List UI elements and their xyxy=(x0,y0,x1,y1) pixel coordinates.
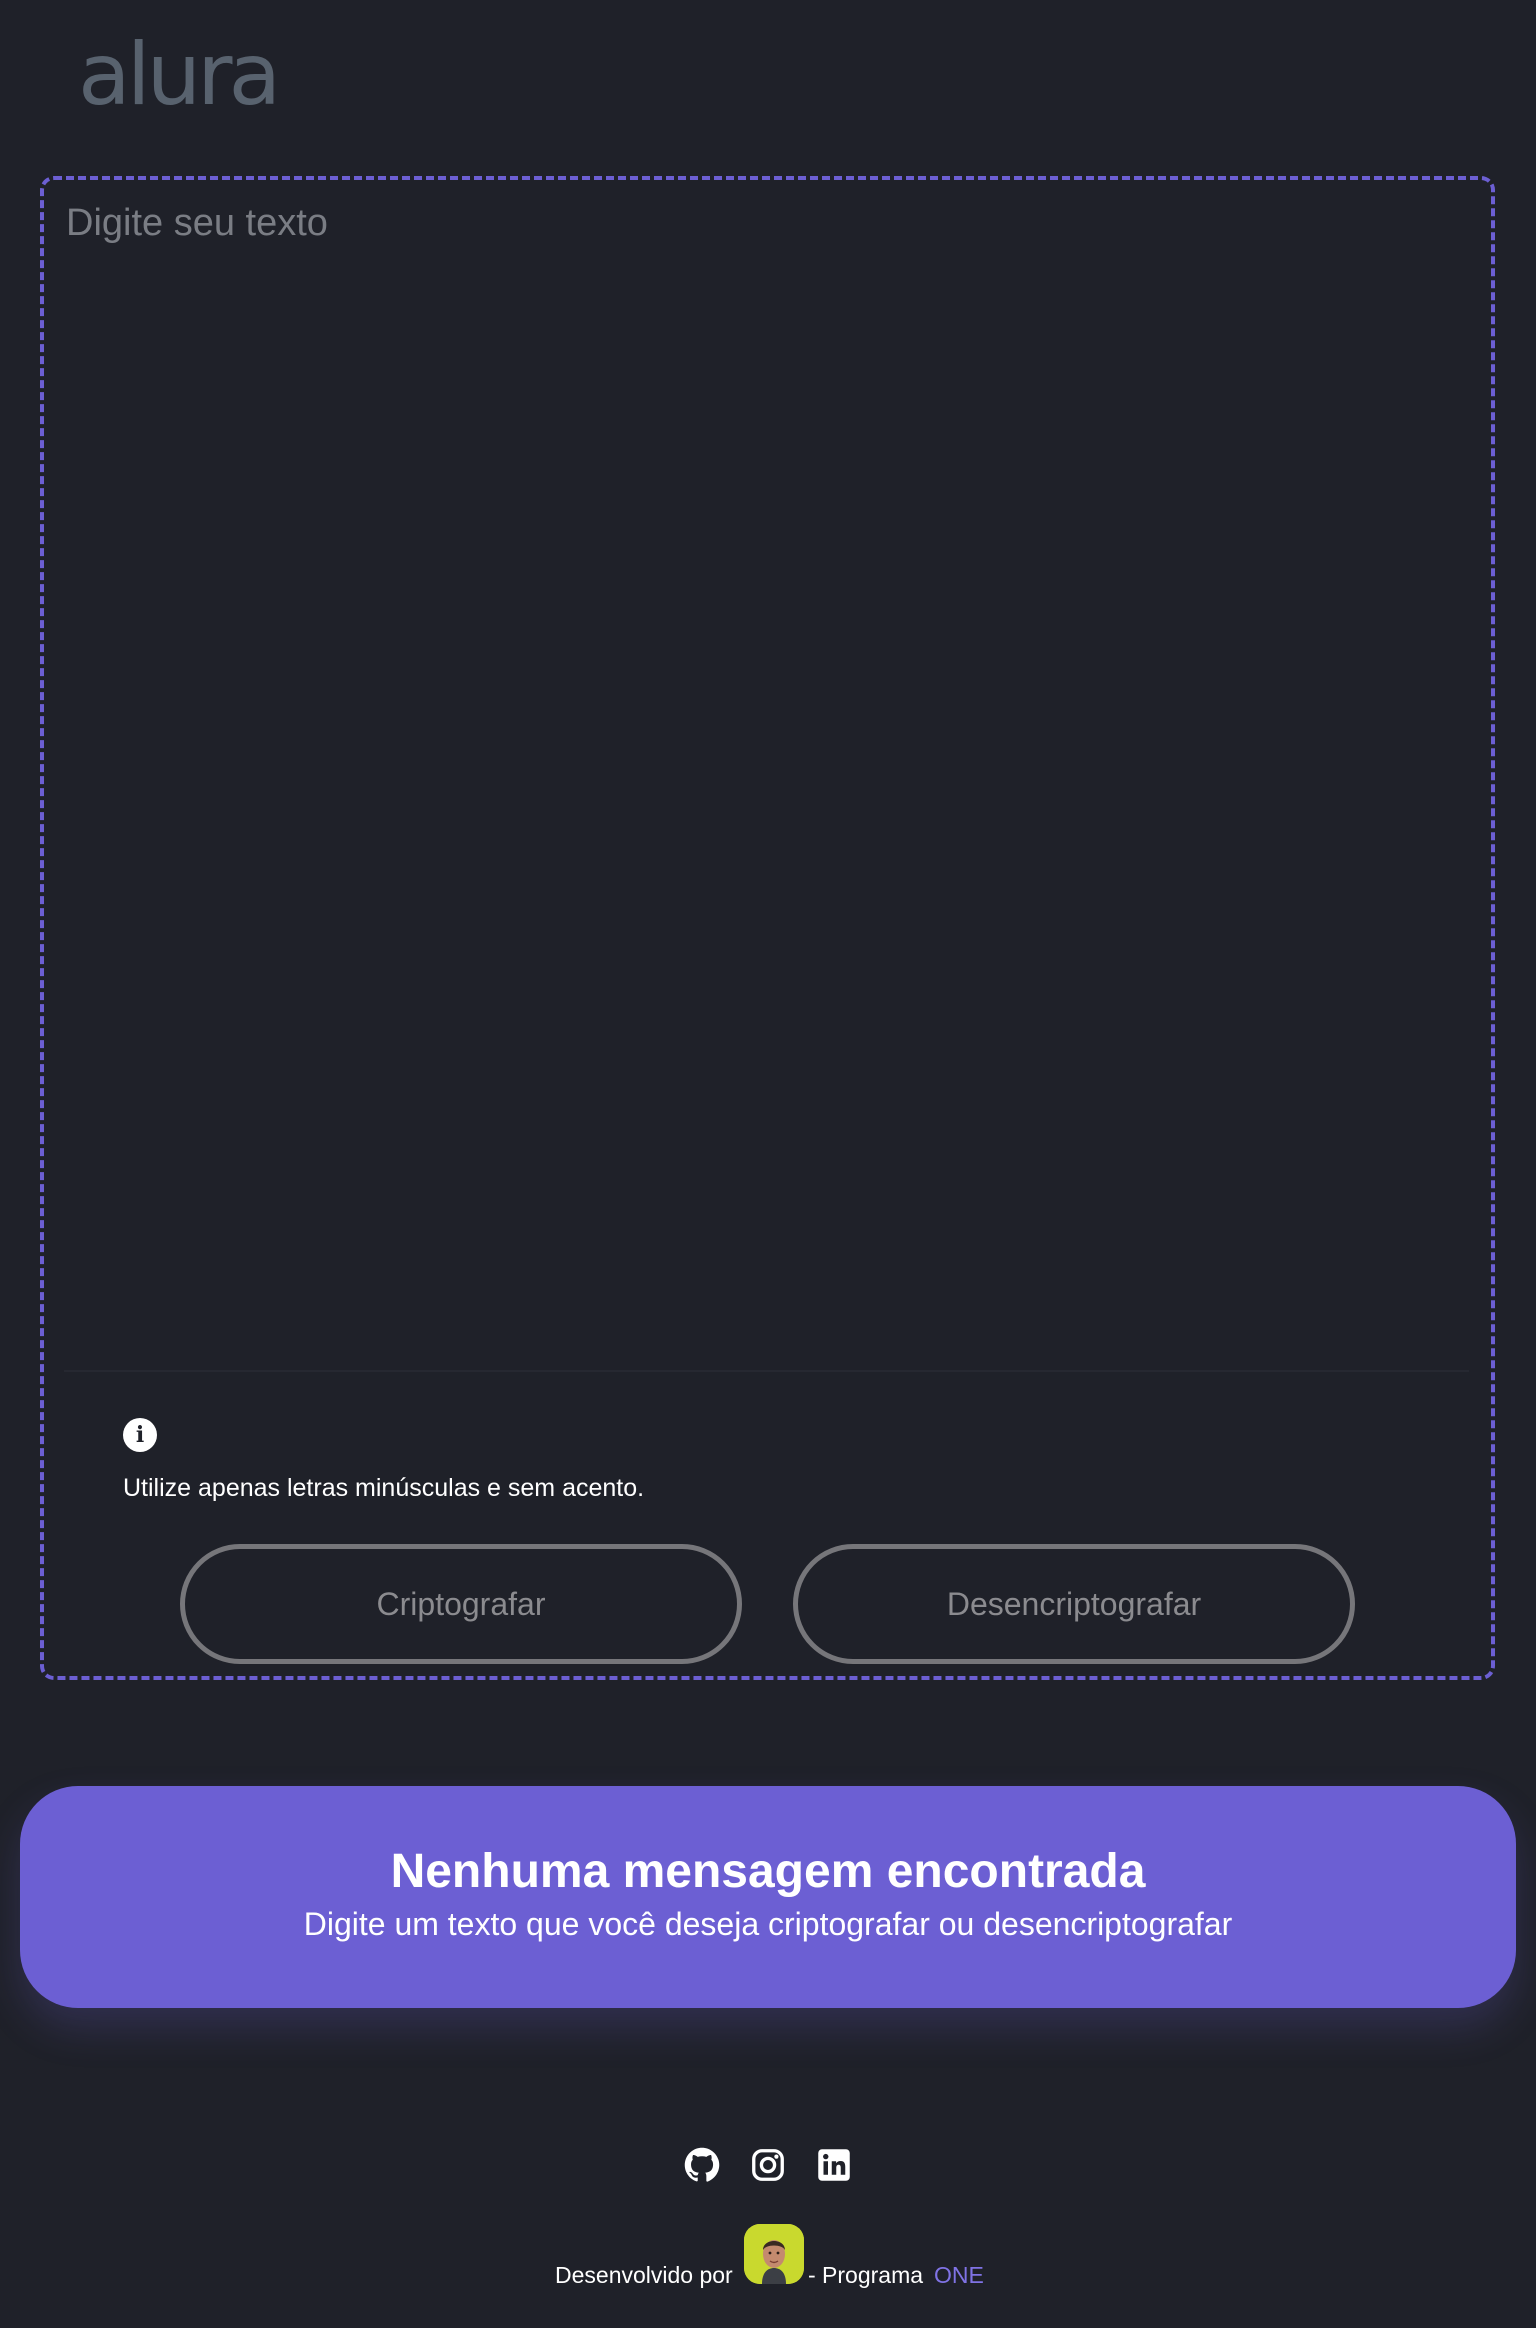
panel-divider xyxy=(64,1370,1469,1372)
message-input[interactable] xyxy=(66,200,1466,1340)
result-card: Nenhuma mensagem encontrada Digite um te… xyxy=(20,1786,1516,2008)
result-subtitle: Digite um texto que você deseja criptogr… xyxy=(303,1906,1233,1942)
github-icon[interactable] xyxy=(684,2147,720,2183)
developer-avatar[interactable] xyxy=(744,2224,804,2284)
info-icon: i xyxy=(123,1418,157,1452)
decrypt-button[interactable]: Desencriptografar xyxy=(793,1544,1355,1664)
instagram-icon[interactable] xyxy=(750,2147,786,2183)
credits-middle: - Programa xyxy=(808,2262,924,2288)
credits-prefix: Desenvolvido por xyxy=(555,2262,733,2288)
alura-logo: alura xyxy=(78,25,281,125)
input-panel: i Utilize apenas letras minúsculas e sem… xyxy=(40,176,1495,1680)
program-one-link[interactable]: ONE xyxy=(934,2262,984,2288)
linkedin-icon[interactable] xyxy=(816,2147,852,2183)
result-title: Nenhuma mensagem encontrada xyxy=(390,1845,1146,1898)
input-hint: Utilize apenas letras minúsculas e sem a… xyxy=(123,1474,645,1502)
encrypt-button[interactable]: Criptografar xyxy=(180,1544,742,1664)
